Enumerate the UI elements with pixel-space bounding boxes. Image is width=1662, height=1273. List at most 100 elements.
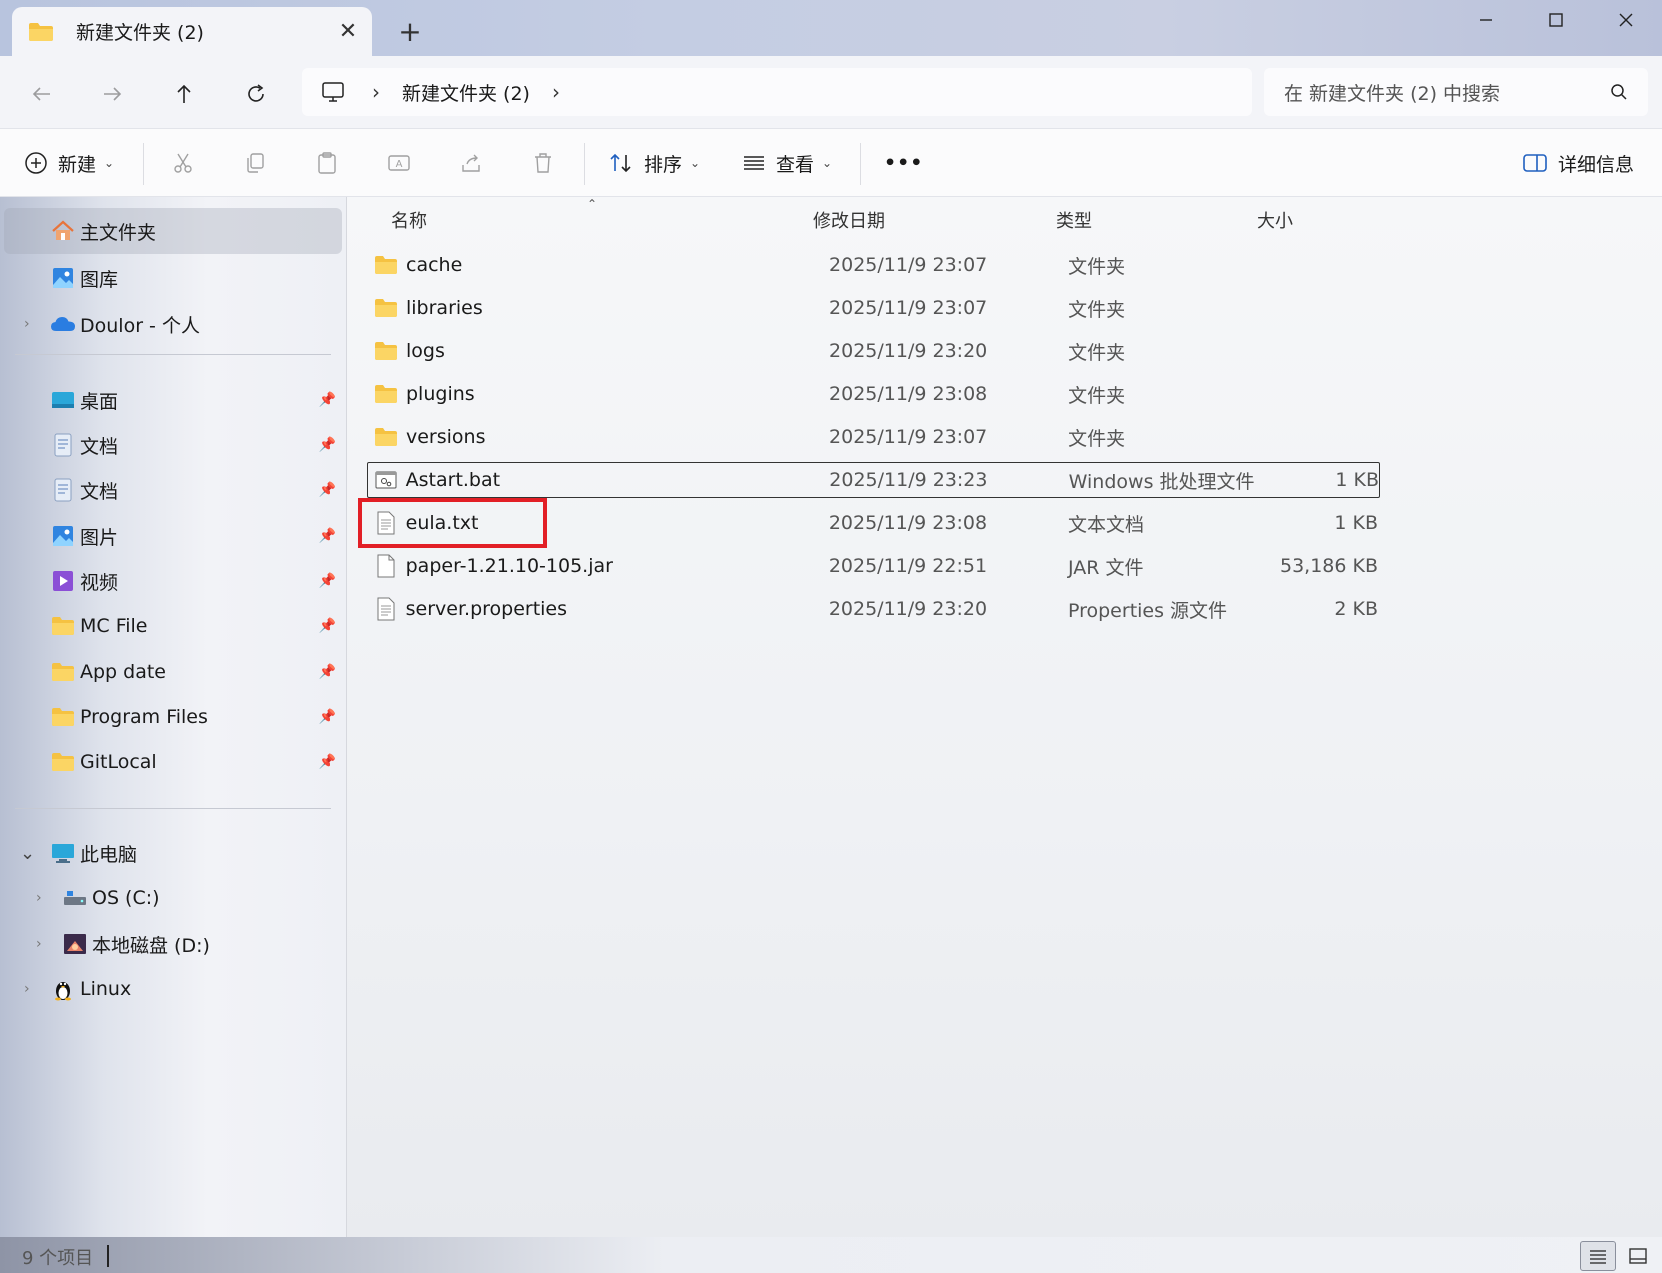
chevron-right-icon[interactable]: › [24, 316, 30, 332]
sidebar-item-app-date[interactable]: App date 📌 [4, 649, 342, 695]
file-type: 文件夹 [1068, 255, 1126, 278]
pin-icon[interactable]: 📌 [319, 392, 336, 408]
tab-current-folder[interactable]: 新建文件夹 (2) ✕ [12, 7, 372, 56]
column-header-type[interactable]: 类型 [1056, 207, 1092, 233]
scissors-icon [174, 153, 192, 173]
chevron-down-icon[interactable]: ⌄ [20, 843, 35, 864]
sidebar-item-linux[interactable]: › Linux [4, 966, 342, 1012]
minimize-button[interactable] [1450, 0, 1522, 40]
forward-button[interactable] [92, 74, 132, 114]
sort-label: 排序 [644, 153, 683, 176]
cut-button[interactable] [171, 141, 195, 185]
pin-icon[interactable]: 📌 [319, 618, 336, 634]
chevron-right-icon[interactable]: › [552, 80, 560, 104]
table-row[interactable]: server.properties 2025/11/9 23:20 Proper… [368, 591, 1378, 627]
pin-icon[interactable]: 📌 [319, 528, 336, 544]
file-name: cache [406, 254, 463, 276]
table-row[interactable]: logs 2025/11/9 23:20 文件夹 [368, 333, 1378, 369]
table-row[interactable]: plugins 2025/11/9 23:08 文件夹 [368, 376, 1378, 412]
sidebar-item-gallery[interactable]: 图库 [4, 255, 342, 301]
table-row[interactable]: paper-1.21.10-105.jar 2025/11/9 22:51 JA… [368, 548, 1378, 584]
navigation-bar: › 新建文件夹 (2) › 在 新建文件夹 (2) 中搜索 [0, 56, 1662, 128]
tab-close-button[interactable]: ✕ [324, 19, 372, 44]
file-type: Properties 源文件 [1067, 599, 1228, 622]
column-header-date[interactable]: 修改日期 [813, 207, 885, 233]
chevron-right-icon[interactable]: › [24, 981, 30, 997]
paste-button[interactable] [315, 141, 339, 185]
pin-icon[interactable]: 📌 [319, 482, 336, 498]
column-header-name[interactable]: 名称 [391, 207, 427, 233]
pictures-icon [50, 524, 76, 548]
file-type: 文件夹 [1068, 341, 1126, 364]
rename-button[interactable]: A [387, 141, 411, 185]
search-input[interactable]: 在 新建文件夹 (2) 中搜索 [1284, 79, 1610, 106]
file-type: 文件夹 [1068, 384, 1126, 407]
breadcrumb-current-folder[interactable]: 新建文件夹 (2) [402, 79, 530, 106]
tiles-view-icon [1629, 1248, 1647, 1264]
delete-button[interactable] [531, 141, 555, 185]
sidebar-item-os-c[interactable]: › OS (C:) [4, 875, 342, 921]
new-tab-button[interactable]: + [392, 14, 428, 50]
pin-icon[interactable]: 📌 [319, 754, 336, 770]
up-button[interactable] [164, 74, 204, 114]
column-header-size[interactable]: 大小 [1257, 207, 1293, 233]
file-size: 1 KB [1334, 512, 1379, 534]
navigation-pane: 主文件夹 图库 › Doulor - 个人 桌面 📌 文档 📌 文档 📌 图片 … [0, 197, 346, 1237]
back-button[interactable] [22, 74, 62, 114]
pin-icon[interactable]: 📌 [319, 664, 336, 680]
maximize-button[interactable] [1520, 0, 1592, 40]
view-list-icon [744, 156, 764, 170]
sidebar-item-documents-2[interactable]: 文档 📌 [4, 467, 342, 513]
status-bar: 9 个项目 [0, 1237, 1662, 1273]
sidebar-item-pictures[interactable]: 图片 📌 [4, 513, 342, 559]
folder-icon [374, 425, 398, 449]
pin-icon[interactable]: 📌 [319, 437, 336, 453]
close-window-button[interactable] [1590, 0, 1662, 40]
copy-button[interactable] [243, 141, 267, 185]
sidebar-item-videos[interactable]: 视频 📌 [4, 558, 342, 604]
sidebar-item-onedrive[interactable]: › Doulor - 个人 [4, 301, 342, 347]
chevron-right-icon[interactable]: › [36, 936, 42, 952]
file-icon [374, 554, 398, 578]
table-row[interactable]: libraries 2025/11/9 23:07 文件夹 [368, 290, 1378, 326]
maximize-icon [1549, 13, 1563, 27]
details-view-button[interactable] [1580, 1241, 1616, 1271]
pin-icon[interactable]: 📌 [319, 573, 336, 589]
details-pane-button[interactable]: 详细信息 [1522, 141, 1634, 185]
folder-icon [50, 705, 76, 729]
search-box[interactable]: 在 新建文件夹 (2) 中搜索 [1264, 68, 1648, 116]
close-icon [1619, 13, 1633, 27]
new-button[interactable]: 新建 ⌄ [24, 141, 114, 185]
chevron-right-icon[interactable]: › [36, 890, 42, 906]
table-row[interactable]: cache 2025/11/9 23:07 文件夹 [368, 247, 1378, 283]
sidebar-item-program-files[interactable]: Program Files 📌 [4, 694, 342, 740]
sidebar-item-gitlocal[interactable]: GitLocal 📌 [4, 739, 342, 785]
address-bar[interactable]: › 新建文件夹 (2) › [302, 68, 1252, 116]
sidebar-item-label: 文档 [80, 480, 119, 503]
table-row[interactable]: versions 2025/11/9 23:07 文件夹 [368, 419, 1378, 455]
large-icons-view-button[interactable] [1620, 1241, 1656, 1271]
view-button[interactable]: 查看 ⌄ [742, 141, 832, 185]
file-date: 2025/11/9 23:07 [829, 297, 988, 319]
more-options-button[interactable]: ••• [884, 141, 923, 185]
share-button[interactable] [459, 141, 483, 185]
sidebar-item-label: App date [80, 661, 167, 683]
svg-text:A: A [396, 159, 403, 170]
sidebar-item-this-pc[interactable]: ⌄ 此电脑 [4, 830, 342, 876]
sort-button[interactable]: 排序 ⌄ [608, 141, 700, 185]
computer-icon [50, 841, 76, 865]
sidebar-item-local-d[interactable]: › 本地磁盘 (D:) [4, 921, 342, 967]
gallery-icon [50, 266, 76, 290]
refresh-button[interactable] [236, 74, 276, 114]
table-row[interactable]: Astart.bat 2025/11/9 23:23 Windows 批处理文件… [367, 462, 1380, 498]
details-label: 详细信息 [1558, 153, 1635, 176]
pin-icon[interactable]: 📌 [319, 709, 336, 725]
sidebar-item-mc-file[interactable]: MC File 📌 [4, 603, 342, 649]
sidebar-item-desktop[interactable]: 桌面 📌 [4, 377, 342, 423]
file-date: 2025/11/9 23:20 [828, 598, 988, 620]
sidebar-item-label: 此电脑 [80, 843, 138, 866]
sidebar-item-home[interactable]: 主文件夹 [4, 208, 342, 254]
sidebar-item-documents[interactable]: 文档 📌 [4, 422, 342, 468]
arrow-left-icon [32, 87, 50, 101]
chevron-right-icon[interactable]: › [372, 80, 380, 104]
